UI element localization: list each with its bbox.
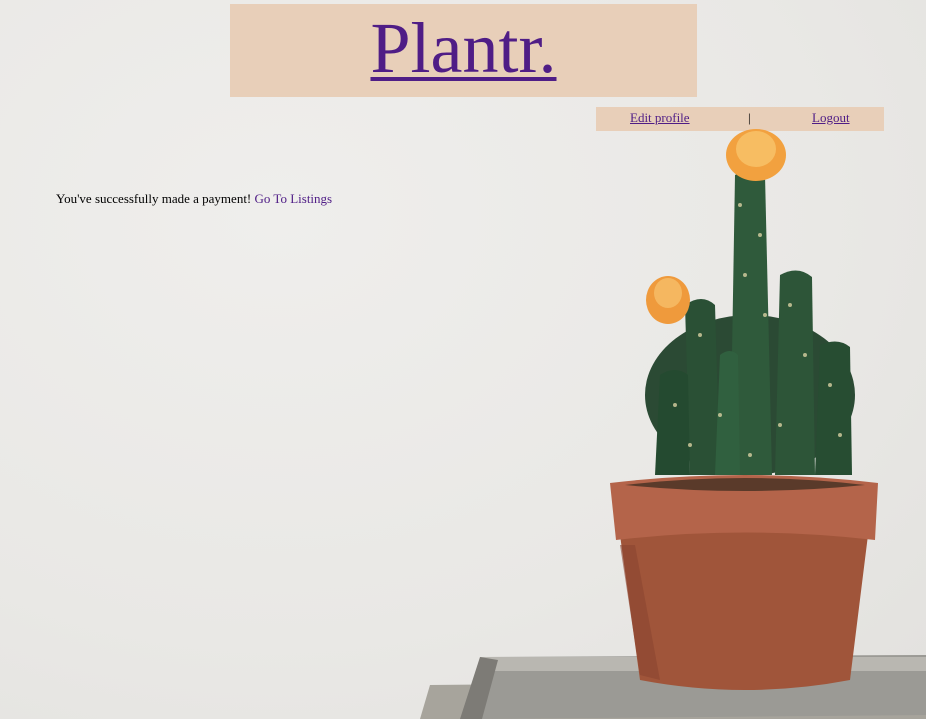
- payment-success-message: You've successfully made a payment! Go T…: [56, 191, 332, 207]
- success-text: You've successfully made a payment!: [56, 191, 252, 206]
- go-to-listings-link[interactable]: Go To Listings: [255, 191, 333, 206]
- logo-link[interactable]: Plantr.: [370, 8, 556, 88]
- cactus-background-image: [420, 129, 926, 719]
- cactus-image: [645, 170, 855, 475]
- header-banner: Plantr.: [230, 4, 697, 97]
- pot-image: [610, 475, 878, 690]
